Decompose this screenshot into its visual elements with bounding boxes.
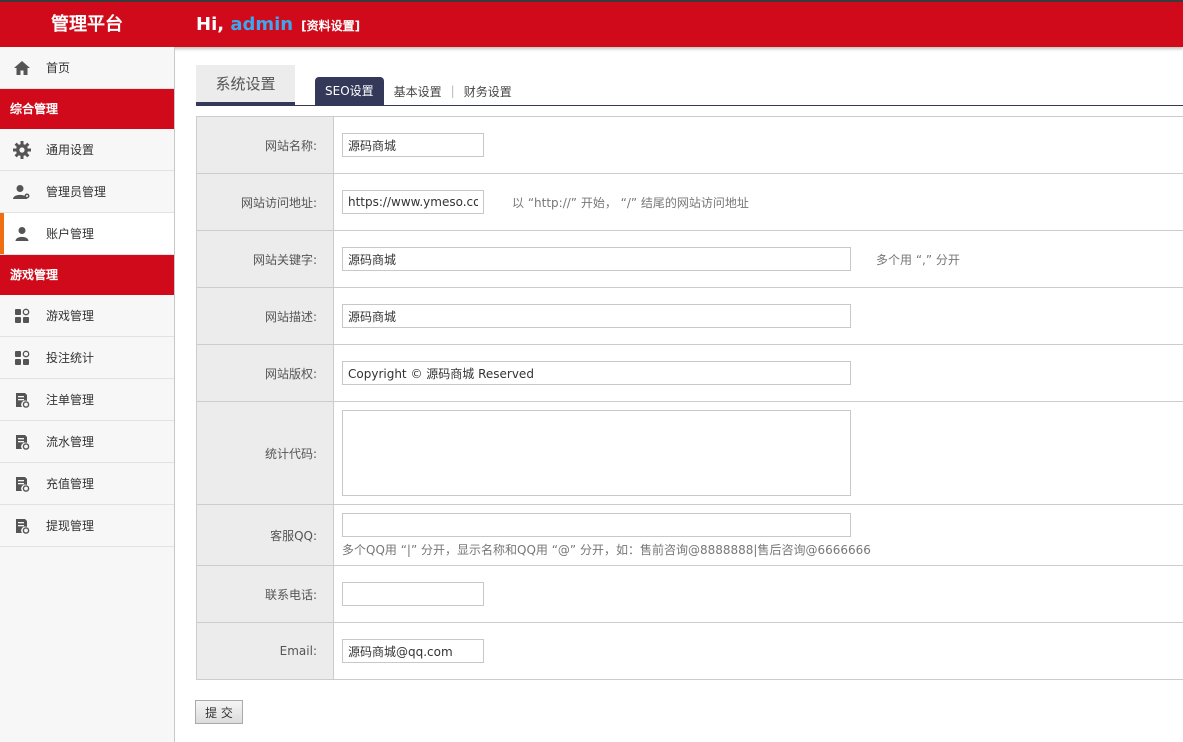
- document-icon: [12, 517, 32, 535]
- greeting: Hi, admin [资料设置]: [196, 2, 360, 47]
- user-icon: [12, 225, 32, 243]
- username: admin: [230, 14, 294, 35]
- tab-basic-settings[interactable]: 基本设置: [394, 83, 442, 100]
- sidebar-item-game-management[interactable]: 游戏管理: [0, 295, 174, 337]
- tab-finance-settings[interactable]: 财务设置: [464, 83, 512, 100]
- tab-seo-settings[interactable]: SEO设置: [315, 77, 384, 105]
- sidebar-item-label: 投注统计: [46, 351, 95, 365]
- document-icon: [12, 391, 32, 409]
- form-row-copyright: 网站版权:: [197, 345, 1183, 402]
- sidebar-item-recharge-management[interactable]: 充值管理: [0, 463, 174, 505]
- sidebar-item-bet-statistics[interactable]: 投注统计: [0, 337, 174, 379]
- phone-input[interactable]: [342, 582, 484, 606]
- copyright-input[interactable]: [342, 361, 851, 385]
- sidebar-item-label: 管理员管理: [46, 185, 107, 199]
- stat-code-textarea[interactable]: [342, 410, 851, 496]
- site-url-input[interactable]: [342, 190, 484, 214]
- form-row-email: Email:: [197, 623, 1183, 680]
- tab-system-settings[interactable]: 系统设置: [196, 65, 295, 105]
- sidebar-item-label: 流水管理: [46, 435, 95, 449]
- phone-label: 联系电话:: [197, 566, 334, 622]
- qq-input[interactable]: [342, 513, 851, 537]
- sidebar-item-order-management[interactable]: 注单管理: [0, 379, 174, 421]
- form-row-keywords: 网站关键字: 多个用 “,” 分开: [197, 231, 1183, 288]
- top-header: 管理平台 Hi, admin [资料设置]: [0, 0, 1183, 47]
- greeting-prefix: Hi,: [196, 14, 231, 35]
- submit-button[interactable]: 提 交: [195, 700, 243, 724]
- site-name-input[interactable]: [342, 133, 484, 157]
- app-logo: 管理平台: [51, 14, 123, 35]
- home-icon: [12, 59, 32, 77]
- qq-hint: 多个QQ用 “|” 分开，显示名称和QQ用 “@” 分开，如：售前咨询@8888…: [342, 543, 871, 557]
- sub-tabs: SEO设置 基本设置 | 财务设置: [315, 77, 512, 105]
- profile-settings-link[interactable]: [资料设置]: [301, 19, 360, 33]
- sidebar-item-label: 注单管理: [46, 393, 95, 407]
- tabs-bar: 系统设置 SEO设置 基本设置 | 财务设置: [196, 65, 1183, 106]
- keywords-input[interactable]: [342, 247, 851, 271]
- sidebar-item-general-settings[interactable]: 通用设置: [0, 129, 174, 171]
- form-row-phone: 联系电话:: [197, 566, 1183, 623]
- sidebar-item-label: 游戏管理: [46, 309, 95, 323]
- seo-settings-form: 网站名称: 网站访问地址: 以 “http://” 开始， “/” 结尾的网站访…: [196, 116, 1183, 680]
- keywords-label: 网站关键字:: [197, 231, 334, 287]
- apps-icon: [12, 307, 32, 325]
- document-icon: [12, 475, 32, 493]
- site-name-label: 网站名称:: [197, 117, 334, 173]
- sidebar-item-label: 充值管理: [46, 477, 95, 491]
- copyright-label: 网站版权:: [197, 345, 334, 401]
- site-url-hint: 以 “http://” 开始， “/” 结尾的网站访问地址: [512, 196, 749, 210]
- sidebar-item-label: 首页: [46, 61, 71, 75]
- email-input[interactable]: [342, 639, 484, 663]
- apps-icon: [12, 349, 32, 367]
- sidebar-item-label: 通用设置: [46, 143, 95, 157]
- sidebar-item-label: 提现管理: [46, 519, 95, 533]
- gear-icon: [12, 141, 32, 159]
- site-url-label: 网站访问地址:: [197, 174, 334, 230]
- qq-label: 客服QQ:: [197, 505, 334, 565]
- description-input[interactable]: [342, 304, 851, 328]
- sidebar-item-admin-management[interactable]: 管理员管理: [0, 171, 174, 213]
- sidebar-group-general: 综合管理: [0, 89, 174, 129]
- tab-separator: |: [450, 84, 455, 98]
- form-row-description: 网站描述:: [197, 288, 1183, 345]
- sidebar-item-label: 账户管理: [46, 227, 95, 241]
- form-row-site-url: 网站访问地址: 以 “http://” 开始， “/” 结尾的网站访问地址: [197, 174, 1183, 231]
- sidebar-item-account-management[interactable]: 账户管理: [0, 213, 174, 255]
- sidebar-item-flow-management[interactable]: 流水管理: [0, 421, 174, 463]
- admin-user-icon: [12, 183, 32, 201]
- keywords-hint: 多个用 “,” 分开: [876, 253, 960, 267]
- sidebar-item-home[interactable]: 首页: [0, 47, 174, 89]
- description-label: 网站描述:: [197, 288, 334, 344]
- sidebar: 首页 综合管理 通用设置 管理员管理 账户管理 游戏管理 游戏管理 投注统计 注…: [0, 47, 175, 742]
- stat-code-label: 统计代码:: [197, 402, 334, 504]
- form-row-qq: 客服QQ: 多个QQ用 “|” 分开，显示名称和QQ用 “@” 分开，如：售前咨…: [197, 505, 1183, 566]
- sidebar-group-game: 游戏管理: [0, 255, 174, 295]
- email-label: Email:: [197, 623, 334, 679]
- document-icon: [12, 433, 32, 451]
- form-row-site-name: 网站名称:: [197, 117, 1183, 174]
- sidebar-item-withdraw-management[interactable]: 提现管理: [0, 505, 174, 547]
- form-row-stat-code: 统计代码:: [197, 402, 1183, 505]
